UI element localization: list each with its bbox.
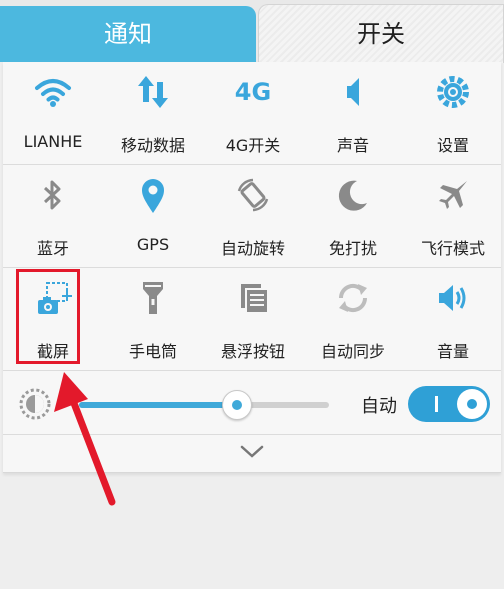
tile-label: 声音 (336, 136, 369, 155)
bluetooth-icon (43, 180, 61, 210)
tile-label: LIANHE (23, 132, 83, 151)
tile-label: 免打扰 (328, 239, 377, 258)
tile-label: 设置 (436, 136, 469, 155)
tab-bar: 通知 开关 (0, 0, 504, 63)
tile-do-not-disturb[interactable]: 免打扰 (303, 165, 403, 267)
auto-rotate-icon (237, 178, 269, 212)
tile-mobile-data[interactable]: 移动数据 (103, 62, 203, 164)
expand-panel-button[interactable] (3, 434, 501, 472)
screenshot-highlight-box (16, 269, 80, 364)
flashlight-icon (143, 282, 163, 314)
tile-volume[interactable]: 音量 (403, 268, 503, 370)
mobile-data-icon (138, 76, 168, 108)
tile-wifi[interactable]: LIANHE (3, 62, 103, 164)
toggle-knob (457, 389, 487, 419)
location-pin-icon (142, 179, 164, 213)
brightness-icon (19, 388, 51, 420)
tab-notifications[interactable]: 通知 (0, 6, 256, 62)
tile-label: 4G开关 (225, 136, 281, 155)
quick-settings-panel: LIANHE 移动数据 4G 4G开关 声音 设置 蓝牙 GPS 自动旋转 免打… (3, 62, 501, 473)
airplane-icon (439, 181, 467, 209)
volume-icon (439, 285, 466, 311)
tile-label: 自动旋转 (220, 239, 285, 258)
tile-auto-rotate[interactable]: 自动旋转 (203, 165, 303, 267)
tile-bluetooth[interactable]: 蓝牙 (3, 165, 103, 267)
auto-brightness-toggle[interactable] (408, 386, 490, 422)
tile-floating-button[interactable]: 悬浮按钮 (203, 268, 303, 370)
floating-button-icon (241, 284, 267, 312)
tile-label: 悬浮按钮 (220, 342, 285, 361)
auto-brightness-label: 自动 (361, 396, 397, 417)
tile-gps[interactable]: GPS (103, 165, 203, 267)
tile-label: 自动同步 (320, 342, 385, 361)
tile-label: 音量 (436, 342, 469, 361)
tile-sound[interactable]: 声音 (303, 62, 403, 164)
chevron-down-icon (240, 445, 264, 458)
tile-label: 蓝牙 (36, 239, 69, 258)
speaker-icon (347, 78, 359, 106)
tile-auto-sync[interactable]: 自动同步 (303, 268, 403, 370)
brightness-slider-fill (79, 402, 234, 408)
tile-label: GPS (136, 235, 170, 254)
tab-switches[interactable]: 开关 (258, 4, 504, 63)
brightness-slider[interactable] (79, 402, 329, 408)
tile-label: 飞行模式 (420, 239, 485, 258)
gear-icon (437, 76, 469, 108)
sync-icon (338, 283, 368, 313)
tile-label: 移动数据 (120, 136, 185, 155)
tile-label: 手电筒 (128, 342, 177, 361)
tile-settings[interactable]: 设置 (403, 62, 503, 164)
tile-row-2: 蓝牙 GPS 自动旋转 免打扰 飞行模式 (3, 165, 501, 268)
toggle-on-mark (435, 396, 438, 412)
tile-flashlight[interactable]: 手电筒 (103, 268, 203, 370)
wifi-icon (35, 79, 71, 107)
4g-icon: 4G (234, 78, 272, 106)
tile-row-1: LIANHE 移动数据 4G 4G开关 声音 设置 (3, 62, 501, 165)
brightness-row: 自动 (3, 372, 501, 435)
tile-4g[interactable]: 4G 4G开关 (203, 62, 303, 164)
brightness-slider-thumb[interactable] (222, 390, 252, 420)
tile-airplane-mode[interactable]: 飞行模式 (403, 165, 503, 267)
moon-icon (338, 180, 367, 211)
